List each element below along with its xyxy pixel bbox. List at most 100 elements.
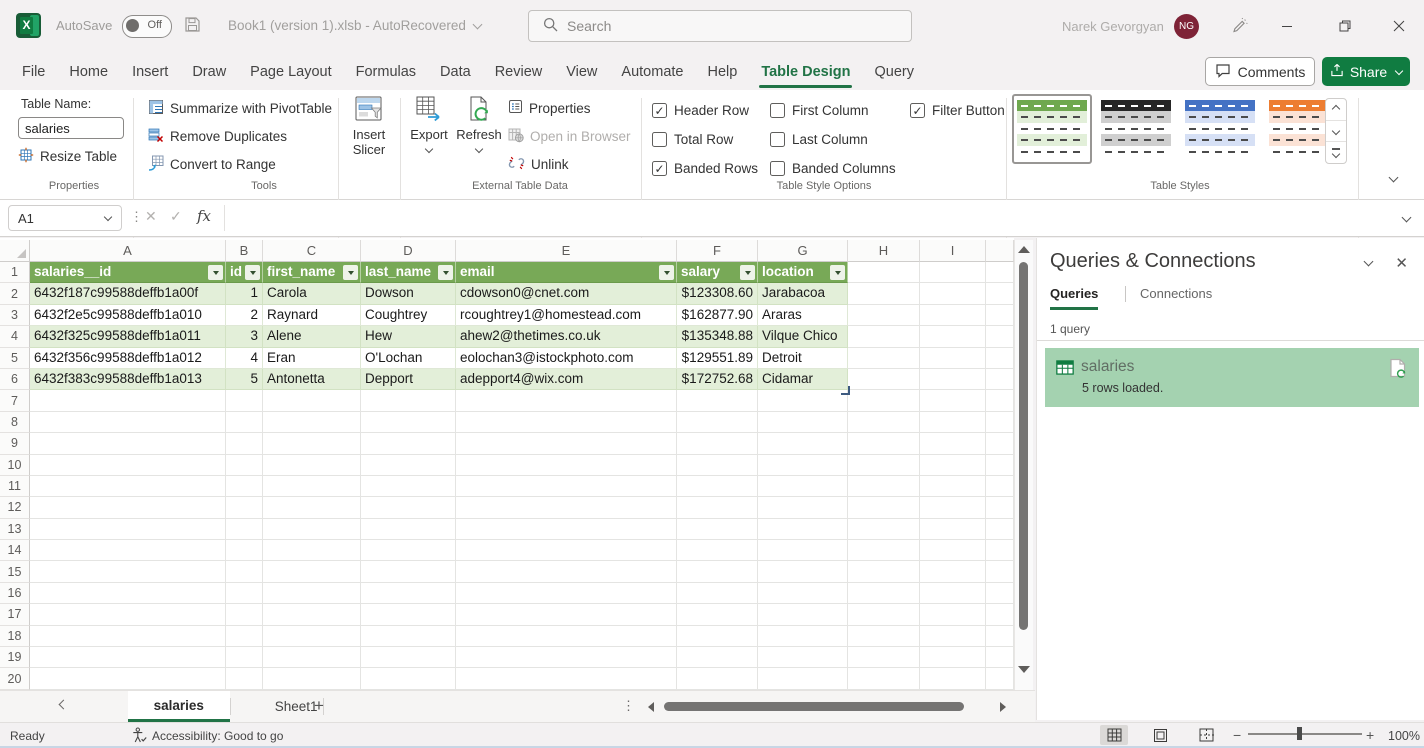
- cell-D3[interactable]: Coughtrey: [361, 305, 456, 326]
- cell-A7[interactable]: [30, 390, 226, 411]
- cell-H12[interactable]: [848, 497, 920, 518]
- hscroll-left-arrow[interactable]: [648, 702, 654, 712]
- cell-D14[interactable]: [361, 540, 456, 561]
- row-number-11[interactable]: 11: [0, 476, 30, 497]
- cell-J16[interactable]: [986, 583, 1014, 604]
- cell-D2[interactable]: Dowson: [361, 283, 456, 304]
- column-header-A[interactable]: A: [30, 240, 226, 262]
- cell-B17[interactable]: [226, 604, 263, 625]
- cell-B6[interactable]: 5: [226, 369, 263, 390]
- cell-I11[interactable]: [920, 476, 986, 497]
- menu-tab-query[interactable]: Query: [862, 56, 926, 90]
- cell-I6[interactable]: [920, 369, 986, 390]
- document-title[interactable]: Book1 (version 1).xlsb - AutoRecovered: [228, 18, 481, 33]
- cell-D9[interactable]: [361, 433, 456, 454]
- cell-E18[interactable]: [456, 626, 677, 647]
- cell-D6[interactable]: Depport: [361, 369, 456, 390]
- cell-F5[interactable]: $129551.89: [677, 348, 758, 369]
- cell-H5[interactable]: [848, 348, 920, 369]
- checkbox-total-row[interactable]: Total Row: [652, 132, 770, 147]
- row-number-13[interactable]: 13: [0, 519, 30, 540]
- select-all-button[interactable]: [0, 240, 30, 262]
- cell-I10[interactable]: [920, 455, 986, 476]
- cell-D15[interactable]: [361, 561, 456, 582]
- cell-C3[interactable]: Raynard: [263, 305, 361, 326]
- cell-J1[interactable]: [986, 262, 1014, 283]
- cell-D1[interactable]: last_name: [361, 262, 456, 283]
- column-header-D[interactable]: D: [361, 240, 456, 262]
- cell-I5[interactable]: [920, 348, 986, 369]
- row-number-12[interactable]: 12: [0, 497, 30, 518]
- cell-F3[interactable]: $162877.90: [677, 305, 758, 326]
- cell-E8[interactable]: [456, 412, 677, 433]
- tab-connections[interactable]: Connections: [1140, 286, 1212, 307]
- menu-tab-help[interactable]: Help: [695, 56, 749, 90]
- cell-E17[interactable]: [456, 604, 677, 625]
- cell-H6[interactable]: [848, 369, 920, 390]
- gallery-scroll-down-button[interactable]: [1326, 121, 1346, 143]
- row-number-5[interactable]: 5: [0, 348, 30, 369]
- cell-J12[interactable]: [986, 497, 1014, 518]
- cell-A15[interactable]: [30, 561, 226, 582]
- cell-I7[interactable]: [920, 390, 986, 411]
- column-header-E[interactable]: E: [456, 240, 677, 262]
- cell-F7[interactable]: [677, 390, 758, 411]
- menu-tab-home[interactable]: Home: [57, 56, 120, 90]
- cell-D5[interactable]: O'Lochan: [361, 348, 456, 369]
- zoom-slider-thumb[interactable]: [1297, 727, 1302, 740]
- cell-A5[interactable]: 6432f356c99588deffb1a012: [30, 348, 226, 369]
- cell-B7[interactable]: [226, 390, 263, 411]
- cell-C8[interactable]: [263, 412, 361, 433]
- menu-tab-view[interactable]: View: [554, 56, 609, 90]
- cell-E9[interactable]: [456, 433, 677, 454]
- cell-I8[interactable]: [920, 412, 986, 433]
- vertical-scrollbar[interactable]: [1014, 240, 1033, 690]
- cell-B3[interactable]: 2: [226, 305, 263, 326]
- cell-J9[interactable]: [986, 433, 1014, 454]
- minimize-button[interactable]: [1272, 14, 1302, 38]
- cell-D10[interactable]: [361, 455, 456, 476]
- accessibility-status[interactable]: Accessibility: Good to go: [152, 729, 283, 743]
- cell-J6[interactable]: [986, 369, 1014, 390]
- cell-G6[interactable]: Cidamar: [758, 369, 848, 390]
- comments-button[interactable]: Comments: [1205, 57, 1315, 86]
- cell-B11[interactable]: [226, 476, 263, 497]
- insert-slicer-button[interactable]: Insert Slicer: [342, 95, 396, 157]
- row-number-20[interactable]: 20: [0, 668, 30, 689]
- cell-G9[interactable]: [758, 433, 848, 454]
- cell-A18[interactable]: [30, 626, 226, 647]
- cell-C6[interactable]: Antonetta: [263, 369, 361, 390]
- table-style-blue[interactable]: [1180, 94, 1260, 164]
- convert-to-range-button[interactable]: Convert to Range: [148, 153, 276, 175]
- menu-tab-review[interactable]: Review: [483, 56, 555, 90]
- user-name[interactable]: Narek Gevorgyan: [1062, 19, 1164, 34]
- cell-J3[interactable]: [986, 305, 1014, 326]
- cell-B2[interactable]: 1: [226, 283, 263, 304]
- cell-G14[interactable]: [758, 540, 848, 561]
- cell-J13[interactable]: [986, 519, 1014, 540]
- cell-A14[interactable]: [30, 540, 226, 561]
- menu-tab-draw[interactable]: Draw: [180, 56, 238, 90]
- cell-E5[interactable]: eolochan3@istockphoto.com: [456, 348, 677, 369]
- cell-B14[interactable]: [226, 540, 263, 561]
- cell-D18[interactable]: [361, 626, 456, 647]
- cell-E1[interactable]: email: [456, 262, 677, 283]
- hscroll-right-arrow[interactable]: [1000, 702, 1006, 712]
- table-style-green[interactable]: [1012, 94, 1092, 164]
- export-button[interactable]: Export: [406, 95, 452, 152]
- cell-G20[interactable]: [758, 668, 848, 689]
- cell-F12[interactable]: [677, 497, 758, 518]
- cell-C2[interactable]: Carola: [263, 283, 361, 304]
- cell-F11[interactable]: [677, 476, 758, 497]
- cell-I12[interactable]: [920, 497, 986, 518]
- cell-D13[interactable]: [361, 519, 456, 540]
- cell-E2[interactable]: cdowson0@cnet.com: [456, 283, 677, 304]
- cell-D12[interactable]: [361, 497, 456, 518]
- cell-H20[interactable]: [848, 668, 920, 689]
- cell-I15[interactable]: [920, 561, 986, 582]
- row-number-8[interactable]: 8: [0, 412, 30, 433]
- cell-J11[interactable]: [986, 476, 1014, 497]
- cell-H3[interactable]: [848, 305, 920, 326]
- zoom-in-button[interactable]: +: [1366, 727, 1374, 743]
- row-number-17[interactable]: 17: [0, 604, 30, 625]
